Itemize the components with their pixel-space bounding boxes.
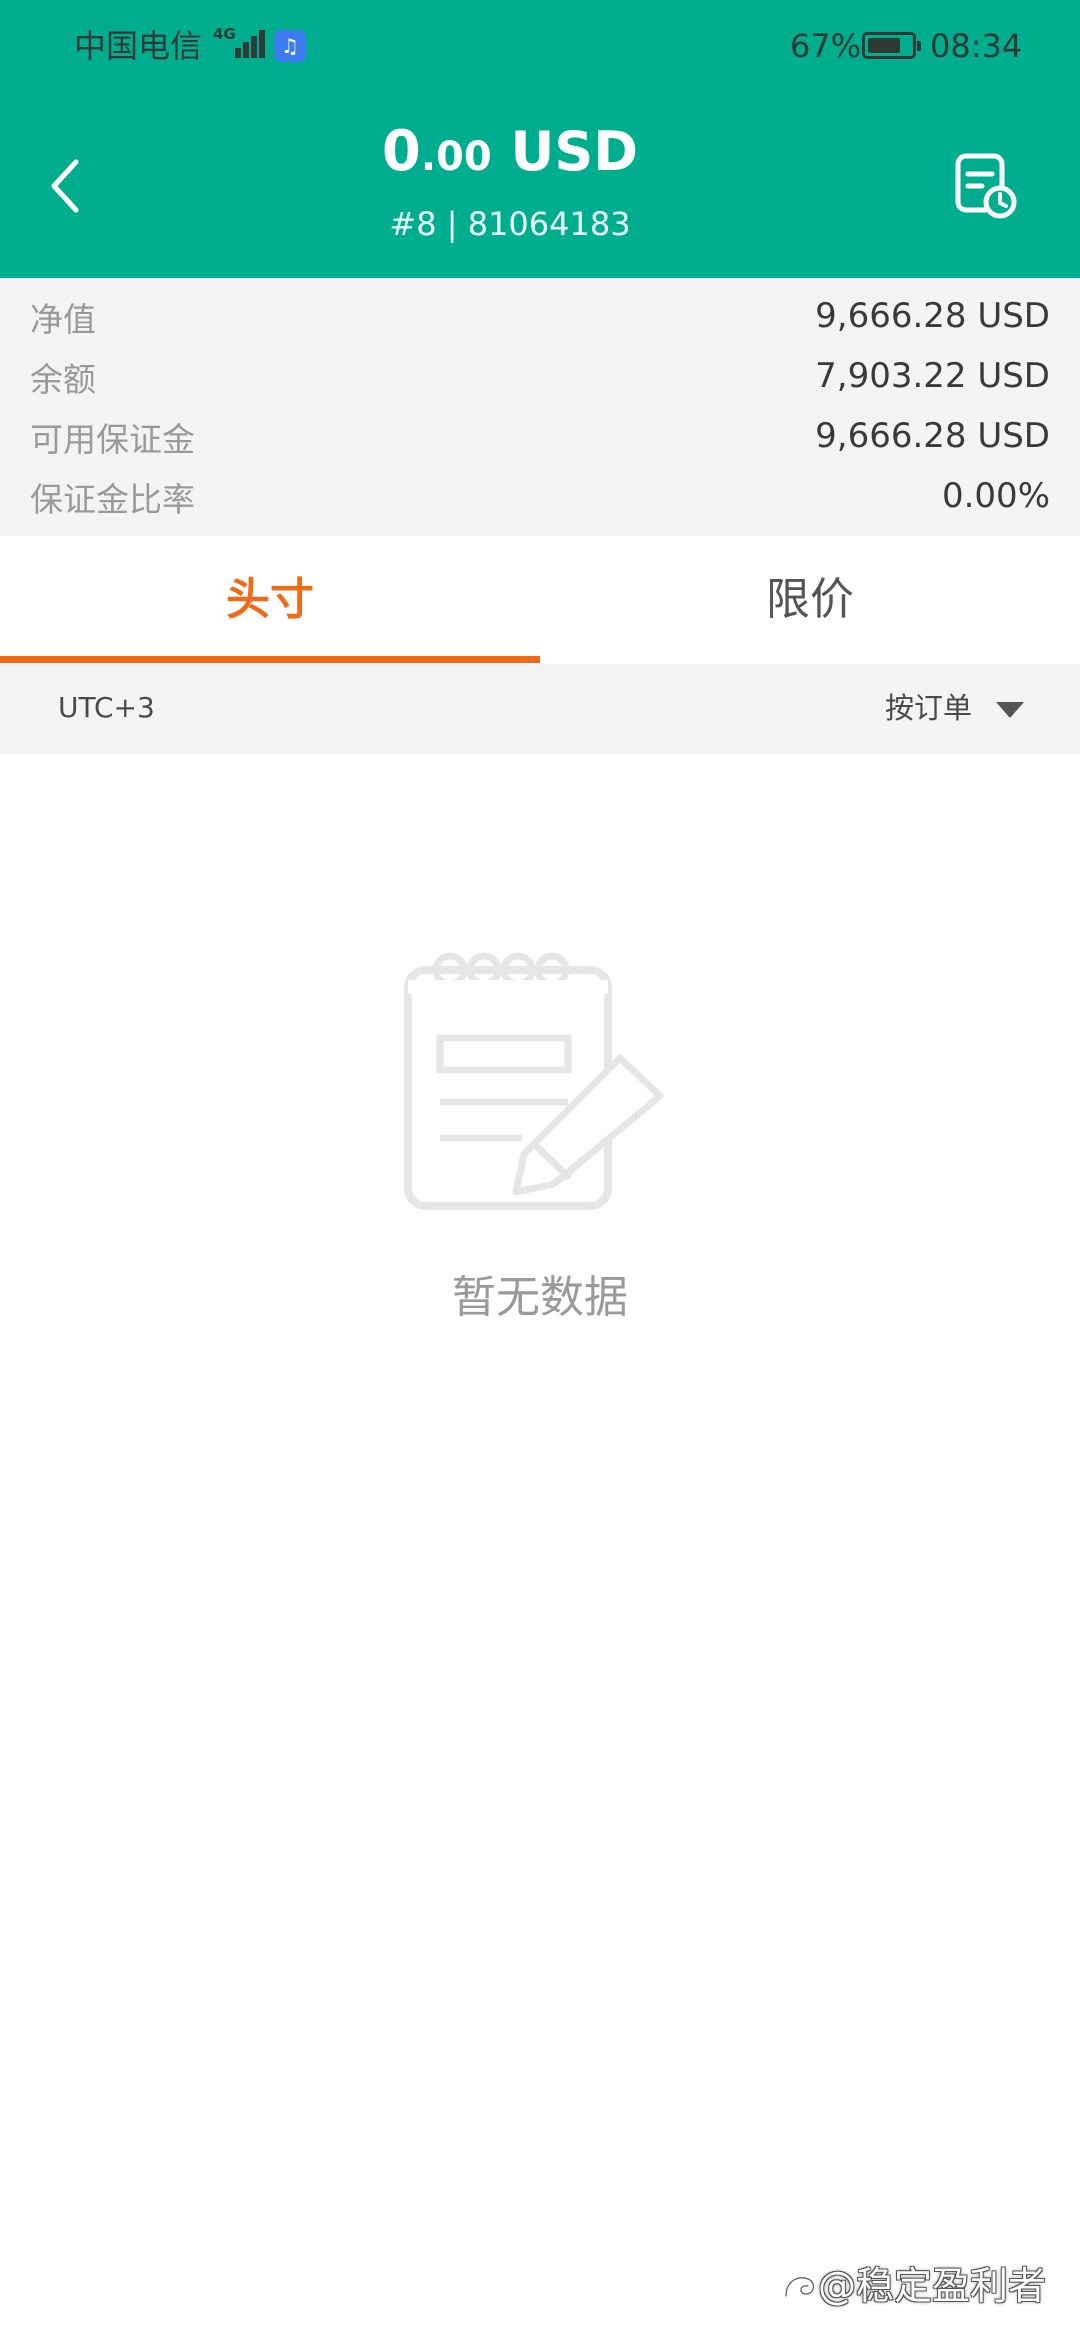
- timezone-label: UTC+3: [58, 691, 155, 724]
- empty-state-text: 暂无数据: [452, 1272, 628, 1323]
- watermark: @稳定盈利者: [780, 2256, 1070, 2316]
- header: 中国电信 4G 67% 08:34 0.00 USD #8 | 8: [0, 0, 1080, 278]
- summary-row-balance: 余额 7,903.22 USD: [0, 348, 1080, 408]
- tab-positions[interactable]: 头寸: [0, 536, 540, 664]
- carrier-name: 中国电信: [74, 27, 203, 65]
- order-history-button[interactable]: [948, 150, 1020, 222]
- summary-label: 保证金比率: [30, 480, 195, 519]
- summary-row-margin-level: 保证金比率 0.00%: [0, 468, 1080, 528]
- status-bar: 中国电信 4G 67% 08:34: [0, 0, 1080, 90]
- battery-icon: [862, 32, 921, 59]
- clock: 08:34: [930, 27, 1023, 65]
- summary-label: 可用保证金: [30, 420, 195, 459]
- balance-currency: USD: [491, 120, 639, 183]
- sort-dropdown[interactable]: 按订单: [824, 684, 1024, 732]
- summary-value: 7,903.22 USD: [815, 356, 1050, 396]
- balance-integer: 0: [381, 119, 421, 184]
- battery-percent: 67%: [790, 27, 862, 65]
- order-history-icon: [955, 153, 1017, 219]
- music-app-icon: [274, 30, 306, 62]
- active-tab-indicator: [0, 656, 540, 663]
- summary-value: 9,666.28 USD: [815, 296, 1050, 336]
- balance-decimal: .00: [420, 134, 492, 180]
- summary-value: 9,666.28 USD: [815, 416, 1050, 456]
- app-bar: 0.00 USD #8 | 81064183: [0, 90, 1080, 278]
- tab-limit-orders[interactable]: 限价: [540, 536, 1080, 664]
- caret-down-icon: [996, 702, 1024, 718]
- signal-icon: 4G: [213, 26, 267, 62]
- tab-bar: 头寸 限价: [0, 536, 1080, 664]
- summary-value: 0.00%: [941, 476, 1050, 516]
- account-summary: 净值 9,666.28 USD 余额 7,903.22 USD 可用保证金 9,…: [0, 278, 1080, 536]
- account-number: #8 | 81064183: [389, 205, 631, 243]
- watermark-logo-icon: [784, 2275, 816, 2298]
- watermark-text: @稳定盈利者: [818, 2264, 1047, 2308]
- summary-label: 净值: [30, 300, 96, 339]
- summary-row-free-margin: 可用保证金 9,666.28 USD: [0, 408, 1080, 468]
- summary-label: 余额: [30, 360, 96, 399]
- network-type: 4G: [213, 25, 236, 43]
- notepad-pencil-icon: [404, 952, 664, 1210]
- filter-bar: UTC+3 按订单: [0, 664, 1080, 754]
- summary-row-equity: 净值 9,666.28 USD: [0, 288, 1080, 348]
- balance-title: 0.00 USD: [0, 120, 1020, 189]
- screen: 中国电信 4G 67% 08:34 0.00 USD #8 | 8: [0, 0, 1080, 2340]
- sort-label: 按订单: [884, 691, 972, 725]
